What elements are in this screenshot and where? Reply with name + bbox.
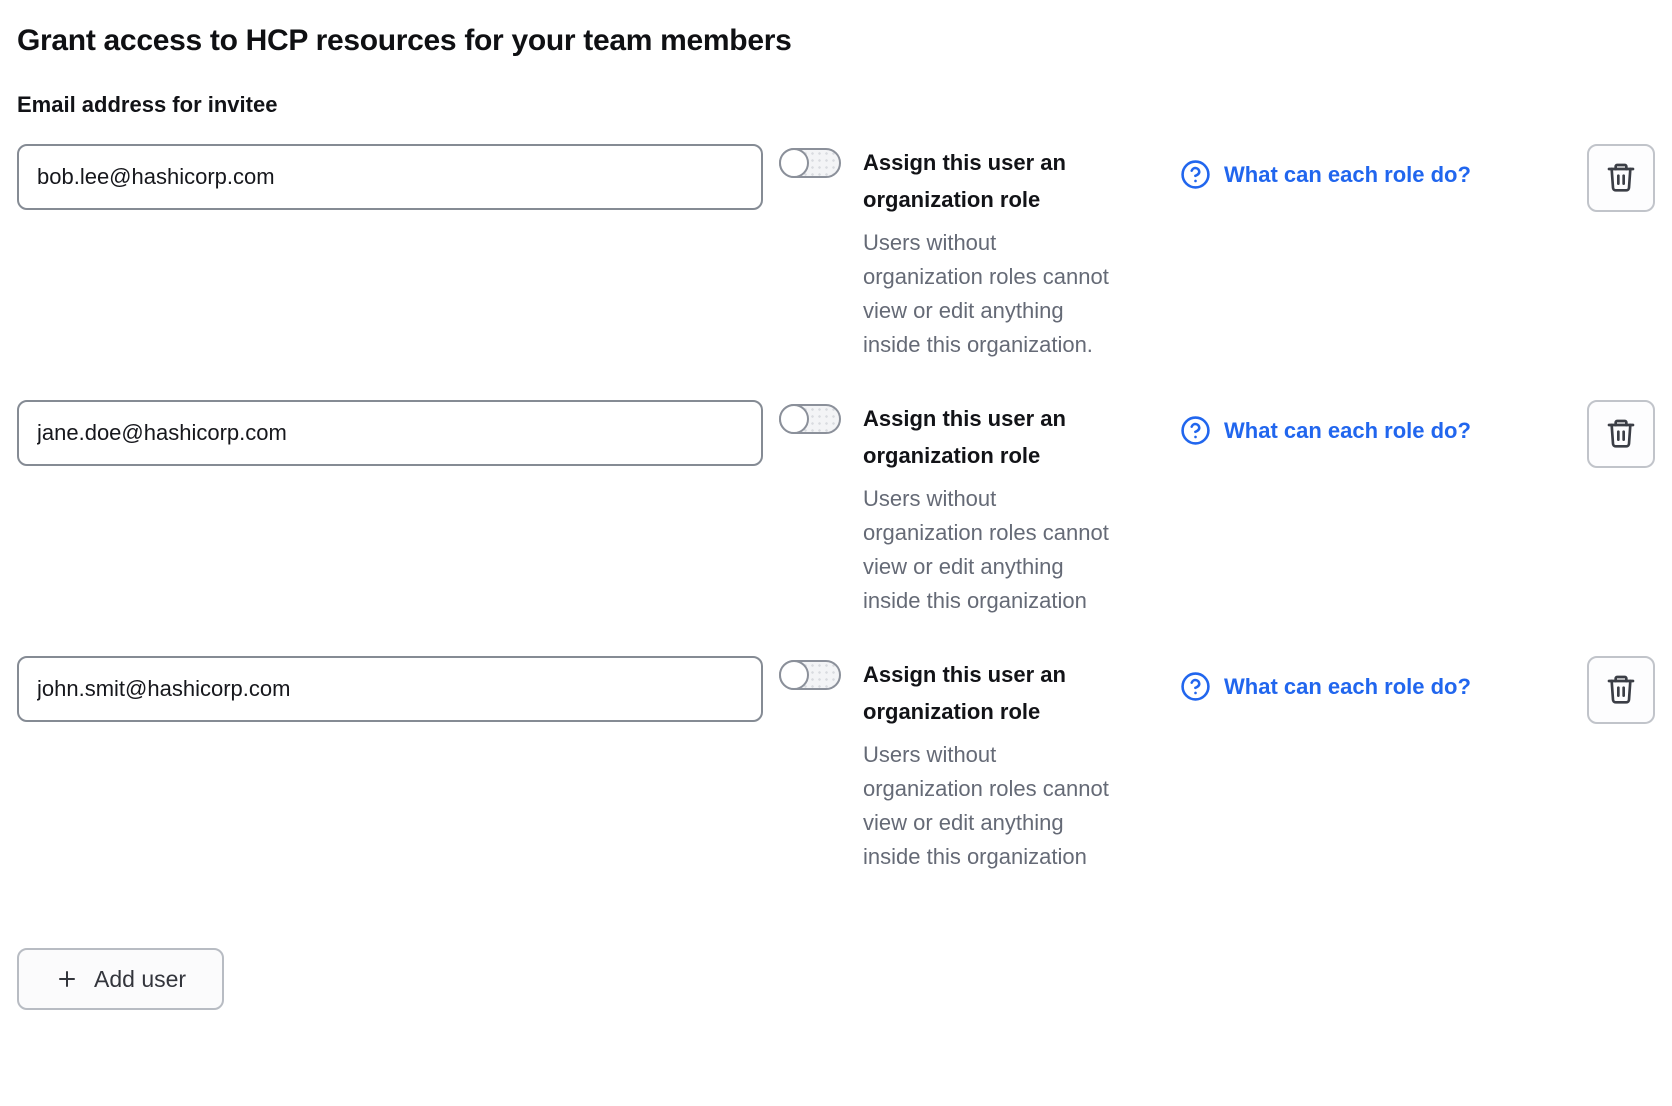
org-role-text-column: Assign this user an organization role Us… [863, 144, 1118, 362]
add-user-button[interactable]: Add user [17, 948, 224, 1010]
role-help-link-label: What can each role do? [1224, 418, 1471, 444]
org-role-helper-text: Users without organization roles cannot … [863, 738, 1118, 874]
delete-invite-button[interactable] [1587, 400, 1655, 468]
invite-row: Assign this user an organization role Us… [17, 400, 1655, 618]
trash-icon [1605, 672, 1637, 709]
org-role-helper-text: Users without organization roles cannot … [863, 226, 1118, 362]
trash-icon [1605, 160, 1637, 197]
org-role-toggle-label: Assign this user an organization role [863, 656, 1118, 730]
org-role-text-column: Assign this user an organization role Us… [863, 656, 1118, 874]
org-role-toggle[interactable] [779, 148, 841, 178]
email-field-label: Email address for invitee [17, 92, 1655, 118]
org-role-toggle[interactable] [779, 660, 841, 690]
delete-invite-button[interactable] [1587, 656, 1655, 724]
question-circle-icon [1180, 415, 1211, 446]
invite-row: Assign this user an organization role Us… [17, 656, 1655, 874]
page-title: Grant access to HCP resources for your t… [17, 24, 1655, 58]
org-role-helper-text: Users without organization roles cannot … [863, 482, 1118, 618]
invite-row: Assign this user an organization role Us… [17, 144, 1655, 362]
add-user-button-label: Add user [94, 966, 186, 993]
org-role-text-column: Assign this user an organization role Us… [863, 400, 1118, 618]
org-role-toggle-label: Assign this user an organization role [863, 144, 1118, 218]
role-help-link[interactable]: What can each role do? [1180, 415, 1471, 446]
plus-icon [55, 967, 79, 991]
org-role-toggle-label: Assign this user an organization role [863, 400, 1118, 474]
email-input[interactable] [17, 656, 763, 722]
role-help-link[interactable]: What can each role do? [1180, 159, 1471, 190]
toggle-knob [779, 148, 809, 178]
email-input[interactable] [17, 144, 763, 210]
role-help-link[interactable]: What can each role do? [1180, 671, 1471, 702]
question-circle-icon [1180, 159, 1211, 190]
role-help-link-label: What can each role do? [1224, 162, 1471, 188]
delete-invite-button[interactable] [1587, 144, 1655, 212]
question-circle-icon [1180, 671, 1211, 702]
toggle-knob [779, 404, 809, 434]
email-input[interactable] [17, 400, 763, 466]
org-role-toggle[interactable] [779, 404, 841, 434]
role-help-link-label: What can each role do? [1224, 674, 1471, 700]
trash-icon [1605, 416, 1637, 453]
toggle-knob [779, 660, 809, 690]
